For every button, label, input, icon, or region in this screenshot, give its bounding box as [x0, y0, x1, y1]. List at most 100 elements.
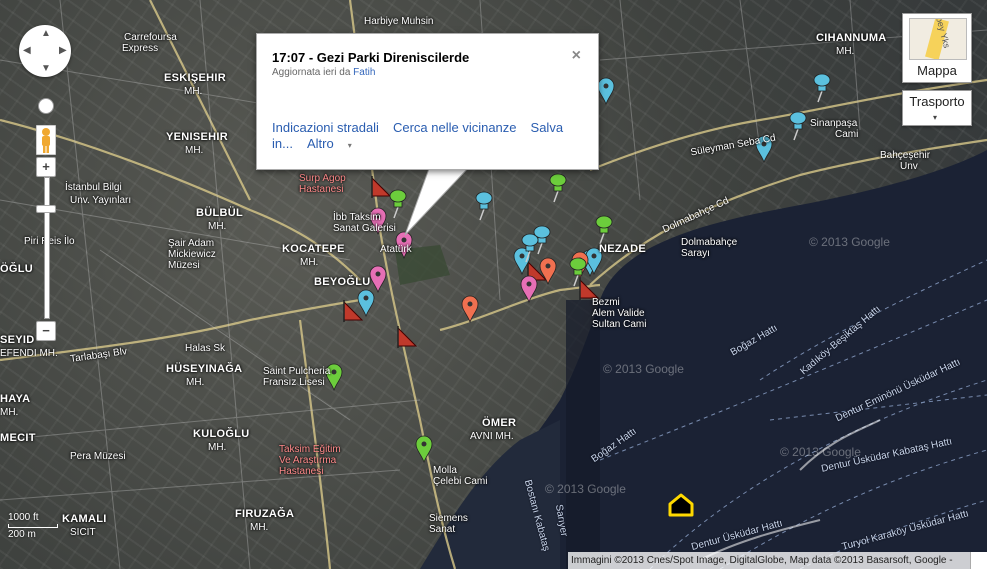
district-label: HAYA: [0, 393, 31, 405]
district-label: YENISEHIR: [166, 131, 228, 143]
pan-control[interactable]: ▲ ▼ ◀ ▶: [19, 25, 71, 77]
transport-dropdown[interactable]: Trasporto ▾: [902, 90, 972, 126]
district-sub: MH.: [186, 377, 205, 388]
map-pin-marker[interactable]: [369, 265, 387, 294]
place-label: Bahçeşehir: [880, 150, 931, 161]
pushpin-marker[interactable]: [549, 173, 567, 203]
map-pin-marker[interactable]: [415, 435, 433, 464]
place-label: Molla: [433, 465, 457, 476]
copyright-watermark: © 2013 Google: [780, 445, 861, 459]
pushpin-marker[interactable]: [789, 111, 807, 141]
close-icon[interactable]: ×: [572, 47, 581, 65]
info-window-updated: Aggiornata ieri da Fatih: [272, 67, 375, 78]
pan-up-icon[interactable]: ▲: [41, 28, 51, 39]
place-label: Dolmabahçe: [681, 237, 738, 248]
maptype-label: Mappa: [917, 63, 957, 78]
place-label: Hastanesi: [299, 184, 344, 195]
place-label: Unv. Yayınları: [70, 195, 132, 206]
district-label: KULOĞLU: [193, 428, 250, 440]
district-sub: AVNI MH.: [470, 431, 514, 442]
place-label: Ve Araştırma: [279, 455, 337, 466]
more-label: Altro: [306, 136, 334, 151]
place-label: Sanat: [429, 524, 456, 535]
zoom-slider-handle[interactable]: [36, 205, 56, 213]
district-label: CIHANNUMA: [816, 32, 887, 44]
map-pin-marker[interactable]: [597, 77, 615, 106]
place-label: Sarayı: [681, 248, 710, 259]
district-label: MECIT: [0, 432, 36, 444]
district-label: KOCATEPE: [282, 243, 345, 255]
place-label: Saint Pulcheria: [263, 366, 331, 377]
place-label: Hastanesi: [279, 466, 324, 477]
district-label: BÜLBÜL: [196, 207, 244, 219]
infowindow-pointer: [404, 165, 472, 236]
place-label: Taksim Eğitim: [279, 444, 341, 455]
place-label: İstanbul Bilgi: [65, 182, 122, 193]
place-label: Sultan Cami: [592, 319, 647, 330]
zoom-compass-icon[interactable]: [38, 98, 54, 114]
district-sub: MH.: [0, 407, 19, 418]
district-label: BEYOĞLU: [314, 276, 371, 288]
pushpin-marker[interactable]: [813, 73, 831, 103]
flag-marker[interactable]: [371, 176, 392, 198]
district-label: ÖĞLU: [0, 263, 33, 275]
copyright-watermark: © 2013 Google: [603, 362, 684, 376]
directions-link[interactable]: Indicazioni stradali: [272, 120, 379, 135]
transport-label: Trasporto: [909, 94, 965, 109]
home-icon[interactable]: [667, 492, 695, 518]
district-label: NEZADE: [599, 243, 647, 255]
place-label: Müzesi: [168, 260, 200, 271]
place-label: Atatürk: [380, 244, 412, 255]
pushpin-marker[interactable]: [595, 215, 613, 245]
info-window-title: 17:07 - Gezi Parki Direniscilerde: [272, 50, 470, 65]
place-label: Sanat Galerisi: [333, 223, 396, 234]
place-label: Pera Müzesi: [70, 451, 126, 462]
district-sub: MH.: [185, 145, 204, 156]
district-sub: MH.: [300, 257, 319, 268]
water-dark-band: [566, 300, 600, 569]
place-label: Sinanpaşa: [810, 118, 858, 129]
district-sub: MH.: [250, 522, 269, 533]
place-label: İbb Taksim: [333, 212, 381, 223]
maptype-button[interactable]: ebey Yks Mappa: [902, 13, 972, 83]
author-link[interactable]: Fatih: [353, 67, 375, 78]
place-label: Bezmi: [592, 297, 620, 308]
place-label: Fransız Lisesi: [263, 377, 325, 388]
copyright-watermark: © 2013 Google: [809, 235, 890, 249]
place-label: Alem Valide: [592, 308, 645, 319]
scale-bar: 1000 ft 200 m: [8, 512, 68, 542]
pushpin-marker[interactable]: [389, 189, 407, 219]
scale-bottom-label: 200 m: [8, 529, 36, 540]
scale-line: [8, 524, 58, 528]
place-label: Şair Adam: [168, 238, 215, 249]
scale-top-label: 1000 ft: [8, 512, 39, 523]
place-label: Çelebi Cami: [433, 476, 488, 487]
district-sub: MH.: [208, 442, 227, 453]
more-link[interactable]: Altro ▾: [307, 136, 366, 151]
zoom-out-button[interactable]: −: [36, 321, 56, 341]
pan-down-icon[interactable]: ▼: [41, 63, 51, 74]
map-pin-marker[interactable]: [357, 289, 375, 318]
road-northwest: [149, 0, 251, 201]
attribution: Immagini ©2013 Cnes/Spot Image, DigitalG…: [568, 552, 973, 569]
district-label: FIRUZAĞA: [235, 508, 295, 520]
district-label: KAMALI: [62, 513, 107, 525]
place-label: Express: [122, 43, 159, 54]
place-label: Harbiye Muhsin: [364, 16, 434, 27]
resize-handle-icon[interactable]: [970, 552, 987, 569]
zoom-track[interactable]: [44, 177, 50, 319]
search-nearby-link[interactable]: Cerca nelle vicinanze: [393, 120, 517, 135]
pushpin-marker[interactable]: [475, 191, 493, 221]
place-label: Cami: [835, 129, 859, 140]
maptype-thumbnail: ebey Yks: [909, 18, 967, 60]
info-window: 17:07 - Gezi Parki Direniscilerde Aggior…: [256, 33, 599, 170]
pushpin-marker[interactable]: [569, 257, 587, 287]
pan-left-icon[interactable]: ◀: [23, 45, 31, 56]
zoom-in-button[interactable]: +: [36, 157, 56, 177]
pan-right-icon[interactable]: ▶: [59, 45, 67, 56]
place-label: Carrefoursa: [124, 32, 177, 43]
road-label: Halas Sk: [185, 343, 226, 354]
place-label: Unv: [900, 161, 918, 172]
district-sub: SICIT: [70, 527, 96, 538]
pegman-icon[interactable]: [36, 125, 56, 155]
